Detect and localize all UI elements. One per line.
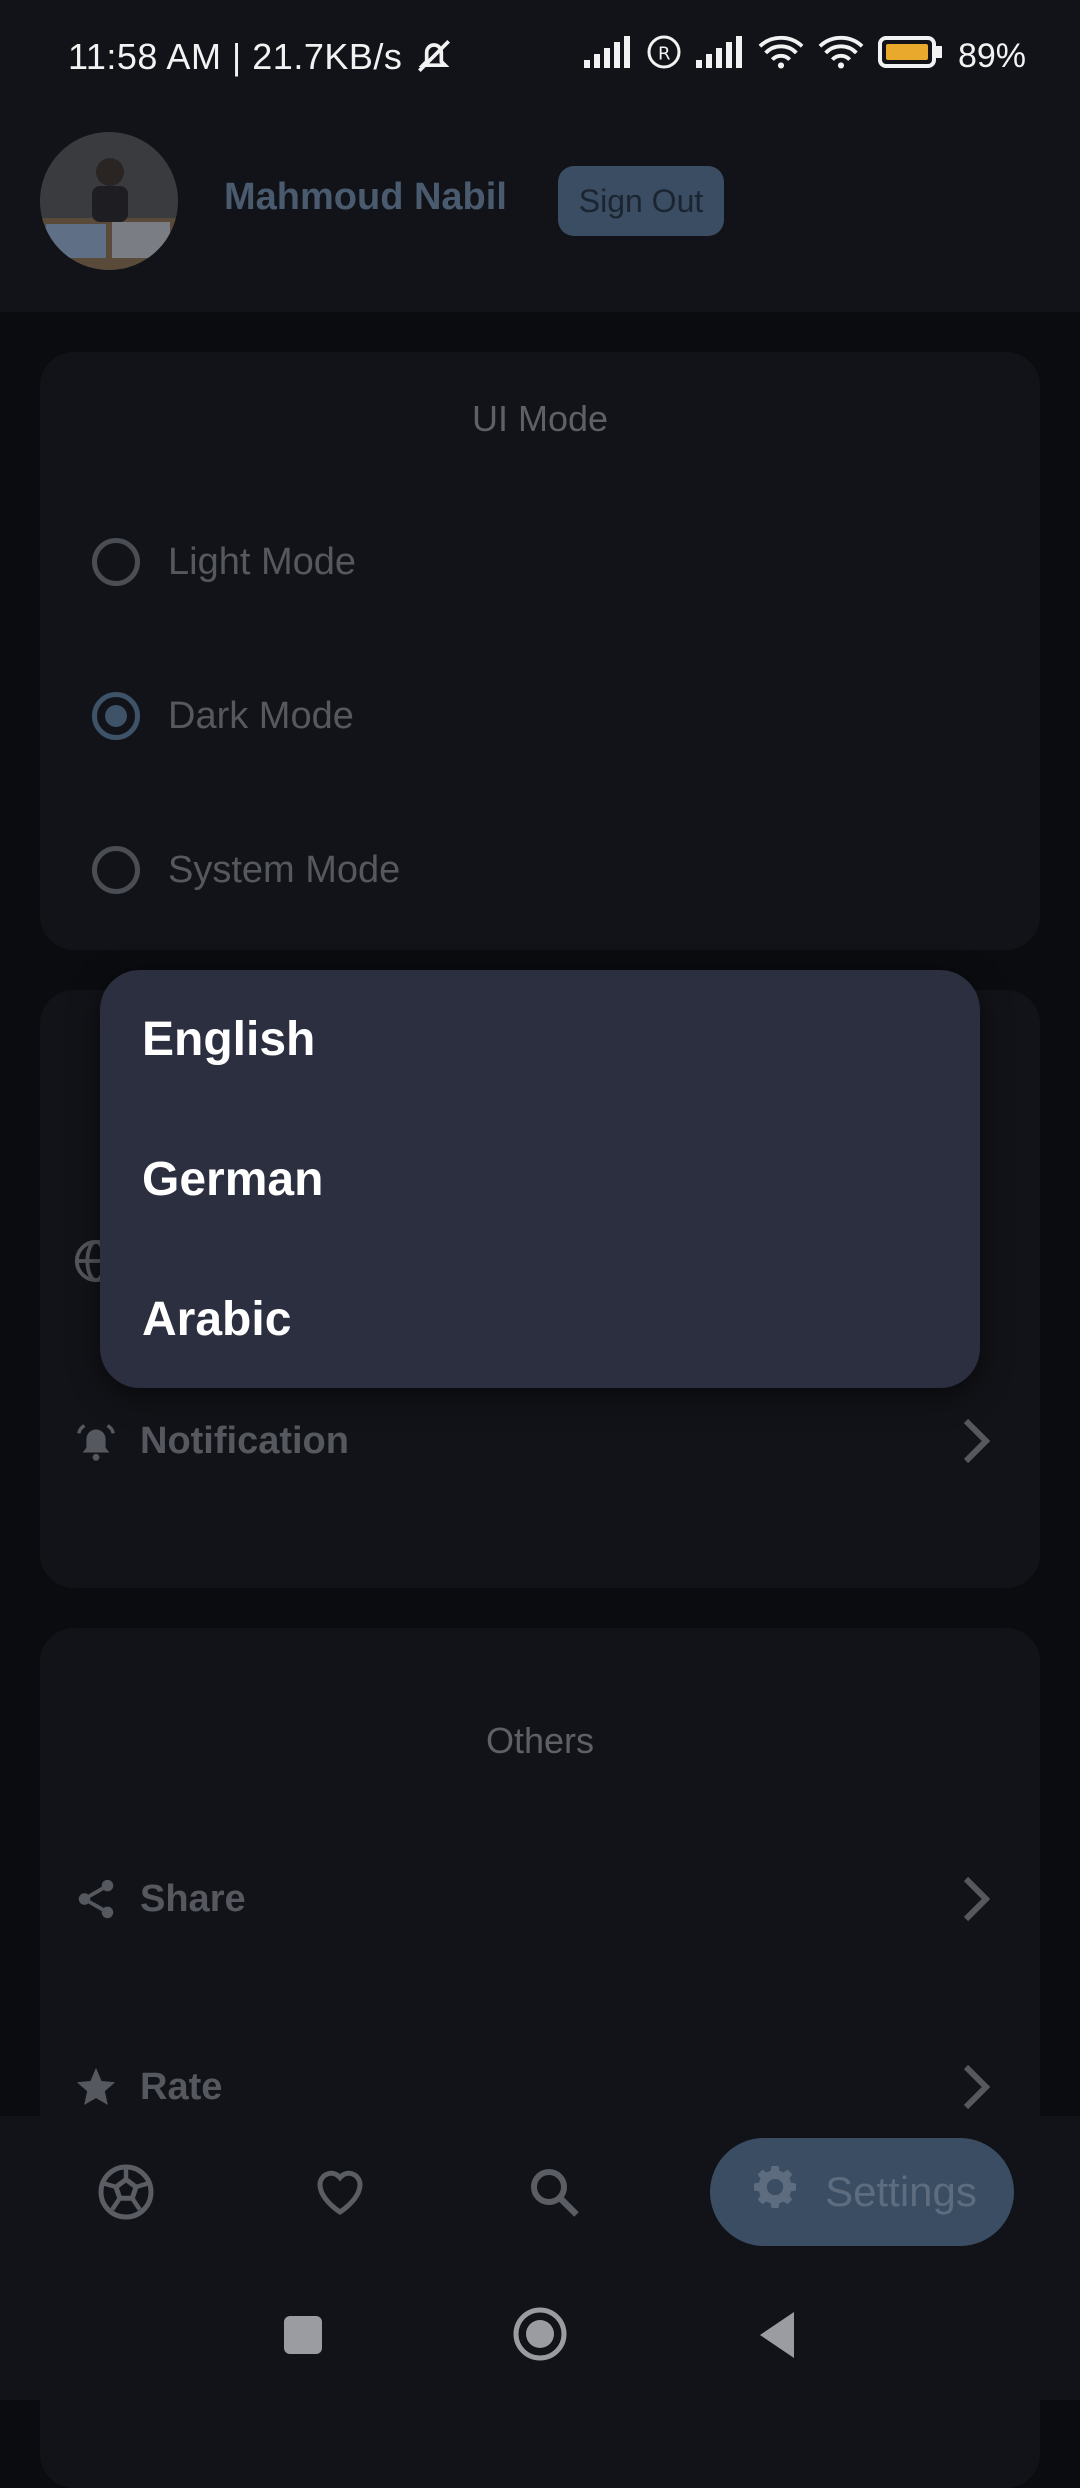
rate-label: Rate (140, 2065, 223, 2108)
home-button[interactable] (512, 2306, 568, 2367)
wifi-icon (758, 34, 804, 79)
radio-label: System Mode (168, 848, 401, 891)
recent-apps-button[interactable] (282, 2314, 324, 2361)
ui-mode-card: UI Mode Light Mode Dark Mode System Mode (40, 352, 1040, 950)
radio-button[interactable] (92, 538, 140, 586)
share-icon (70, 1873, 122, 1925)
radio-button[interactable] (92, 846, 140, 894)
radio-light-mode[interactable]: Light Mode (92, 538, 356, 586)
roaming-icon: R (646, 34, 682, 79)
radio-label: Light Mode (168, 540, 357, 583)
status-time: 11:58 AM | 21.7KB/s (68, 36, 403, 77)
share-row[interactable]: Share (70, 1854, 1010, 1944)
svg-text:R: R (658, 44, 671, 65)
bell-icon (70, 1415, 122, 1467)
dropdown-item-german[interactable]: German (142, 1152, 323, 1207)
search-icon[interactable] (524, 2162, 584, 2222)
chevron-right-icon (956, 1873, 996, 1925)
nav-settings-label: Settings (825, 2168, 977, 2215)
notification-label: Notification (140, 1419, 349, 1462)
notification-row[interactable]: Notification (70, 1396, 1010, 1486)
dropdown-item-english[interactable]: English (142, 1012, 315, 1067)
signal-icon (583, 36, 632, 77)
heart-icon[interactable] (310, 2162, 370, 2222)
mute-icon (412, 34, 456, 83)
language-dropdown-menu: English German Arabic (100, 970, 980, 1388)
avatar[interactable] (40, 132, 178, 270)
nav-settings-button[interactable]: Settings (710, 2138, 1014, 2246)
back-button[interactable] (756, 2310, 798, 2365)
gear-icon (747, 2159, 803, 2225)
radio-dark-mode[interactable]: Dark Mode (92, 692, 354, 740)
ui-mode-title: UI Mode (471, 398, 609, 439)
chevron-right-icon (956, 1415, 996, 1467)
username: Mahmoud Nabil (224, 176, 507, 218)
chevron-right-icon (956, 2061, 996, 2113)
share-label: Share (140, 1877, 246, 1920)
soccer-ball-icon[interactable] (96, 2162, 156, 2222)
star-icon (70, 2061, 122, 2113)
signal-icon-2 (695, 36, 744, 77)
battery-percent: 89% (957, 37, 1026, 75)
radio-label: Dark Mode (168, 694, 354, 737)
radio-system-mode[interactable]: System Mode (92, 846, 400, 894)
others-title: Others (485, 1720, 595, 1761)
status-icons: R 89% (583, 34, 1026, 79)
wifi-icon-2 (818, 34, 864, 79)
battery-icon (877, 36, 944, 77)
radio-button-selected[interactable] (92, 692, 140, 740)
dropdown-item-arabic[interactable]: Arabic (142, 1292, 291, 1347)
sign-out-button[interactable]: Sign Out (558, 166, 724, 236)
